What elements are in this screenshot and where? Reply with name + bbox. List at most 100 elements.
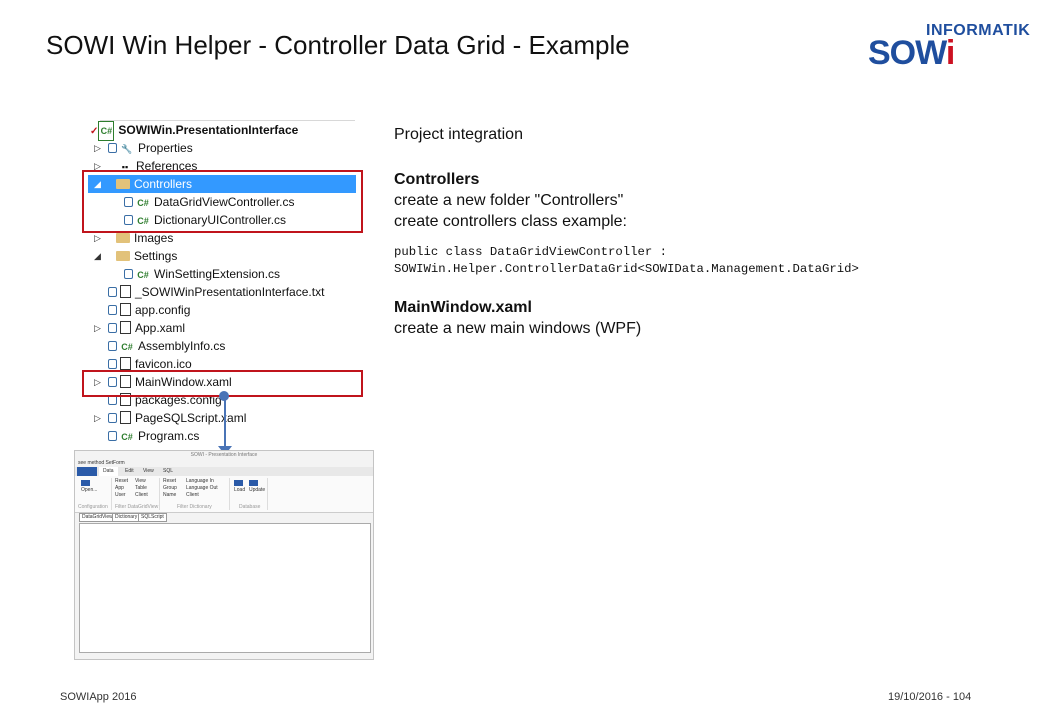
lock-icon [108,305,117,315]
mainwindow-heading: MainWindow.xaml [394,299,532,316]
csharp-icon: C# [121,342,133,352]
intro-text: Project integration [394,126,523,143]
load-icon [234,480,243,486]
collapse-arrow-icon[interactable]: ◢ [94,247,101,265]
connector-line [224,397,226,449]
lock-icon [108,143,117,153]
slide-title: SOWI Win Helper - Controller Data Grid -… [46,30,630,60]
preview-client-select[interactable]: Client [135,492,148,499]
preview-file-tab[interactable] [77,467,97,476]
tree-item-label: PageSQLScript.xaml [135,411,247,425]
xaml-file-icon [120,411,131,424]
preview-group-separator [267,478,268,510]
lock-icon [108,323,117,333]
preview-tab-data[interactable]: Data [99,467,118,476]
code-line-1: public class DataGridViewController : [394,245,668,259]
tree-item-assemblyinfo[interactable]: C# AssemblyInfo.cs [108,337,225,355]
tree-item-app-xaml[interactable]: ▷ App.xaml [82,319,372,337]
logo-wordmark: SOWi [868,34,955,72]
tree-item-pagesqlscript-xaml[interactable]: ▷ PageSQLScript.xaml [82,409,372,427]
preview-language-out-select[interactable]: Language Out [186,485,218,492]
xaml-file-icon [120,321,131,334]
preview-tab-sql[interactable]: SQL [159,467,177,476]
tree-item-program-cs[interactable]: C# Program.cs [108,427,199,445]
tree-item-project[interactable]: ✓ C# SOWIWin.PresentationInterface [90,121,298,141]
preview-user-select[interactable]: User [115,492,126,499]
lock-icon [124,269,133,279]
preview-reset-button[interactable]: Reset [115,478,128,485]
controllers-heading: Controllers [394,171,480,188]
preview-group-select[interactable]: Group [163,485,177,492]
expand-arrow-icon[interactable]: ▷ [94,319,101,337]
preview-window-title: SOWI - Presentation Interface [190,452,258,458]
code-line-2: SOWIWin.Helper.ControllerDataGrid<SOWIDa… [394,262,859,276]
controllers-line-1: create a new folder "Controllers" [394,192,624,209]
controllers-highlight-box [82,170,363,233]
preview-tab-dictionary[interactable]: Dictionary [112,513,141,522]
lock-icon [108,287,117,297]
image-file-icon [120,357,131,370]
slide-content: Project integration Controllers create a… [394,124,1014,339]
preview-tab-view[interactable]: View [139,467,158,476]
tree-item-label: Images [134,231,174,245]
wrench-icon: 🔧 [121,144,133,154]
footer-page-info: 19/10/2016 - 104 [888,691,972,703]
lock-icon [108,413,117,423]
preview-group-filter-datagridview: Filter DataGridView [115,504,159,510]
footer-left-text: SOWIApp 2016 [60,691,137,703]
preview-tab-edit[interactable]: Edit [121,467,138,476]
tree-item-winsettingextension[interactable]: C# WinSettingExtension.cs [124,265,280,283]
preview-group-separator [111,478,112,510]
preview-group-separator [159,478,160,510]
preview-client-select-2[interactable]: Client [186,492,199,499]
csharp-icon: C# [137,270,149,280]
preview-table-select[interactable]: Table [135,485,147,492]
preview-name-select[interactable]: Name [163,492,176,499]
preview-tab-sqlscript[interactable]: SQLScript [138,513,167,522]
csharp-project-icon: C# [98,121,115,141]
preview-load-button[interactable]: Load [234,480,245,494]
csharp-icon: C# [121,432,133,442]
expand-arrow-icon[interactable]: ▷ [94,139,101,157]
open-icon [81,480,90,486]
tree-item-label: Properties [138,141,193,155]
tree-item-label: App.xaml [135,321,186,335]
preview-ribbon: Open... Configuration Reset View App Tab… [75,476,373,513]
update-icon [249,480,258,486]
tree-item-label: WinSettingExtension.cs [154,267,281,281]
config-file-icon [120,303,131,316]
mainwindow-line-1: create a new main windows (WPF) [394,320,642,337]
expand-arrow-icon[interactable]: ▷ [94,409,101,427]
preview-language-in-select[interactable]: Language In [186,478,214,485]
tree-item-properties[interactable]: ▷ 🔧 Properties [82,139,372,157]
tree-item-label: app.config [135,303,191,317]
lock-icon [108,359,117,369]
preview-group-separator [229,478,230,510]
tree-item-label: _SOWIWinPresentationInterface.txt [135,285,325,299]
preview-group-filter-dictionary: Filter Dictionary [177,504,212,510]
preview-group-database: Database [239,504,261,510]
folder-icon [116,251,130,261]
sowi-logo: INFORMATIK SOWi [868,22,1038,72]
preview-view-select[interactable]: View [135,478,146,485]
pending-check-icon: ✓ [90,126,99,137]
preview-reset-button-2[interactable]: Reset [163,478,176,485]
tree-item-app-config[interactable]: app.config [108,301,190,319]
tree-item-settings[interactable]: ◢ Settings [82,247,372,265]
preview-tab-datagridview[interactable]: DataGridView [79,513,116,522]
preview-app-select[interactable]: App [115,485,124,492]
tree-item-readme-txt[interactable]: _SOWIWinPresentationInterface.txt [108,283,324,301]
lock-icon [108,341,117,351]
preview-update-button[interactable]: Update [249,480,265,494]
folder-icon [116,233,130,243]
mainwindow-preview: SOWI - Presentation Interface see method… [74,450,374,660]
tree-item-label: Program.cs [138,429,200,443]
preview-open-button[interactable]: Open... [81,480,97,494]
text-file-icon [120,285,131,298]
preview-group-configuration: Configuration [78,504,108,510]
preview-content-area [79,523,371,653]
lock-icon [108,431,117,441]
